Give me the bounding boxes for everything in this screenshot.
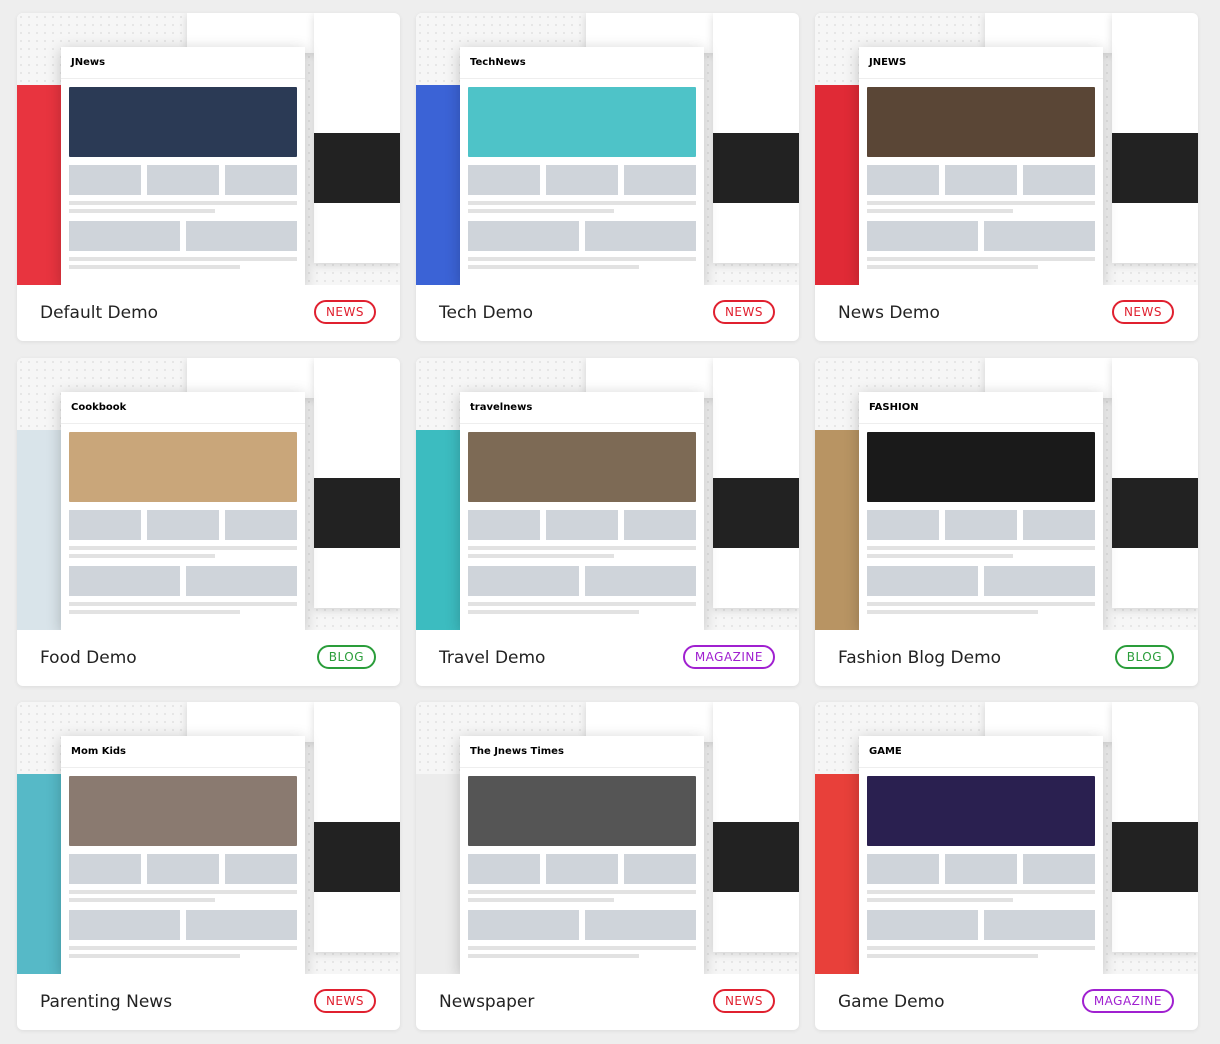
demo-card[interactable]: GAME Game Demo MAGAZINE (815, 702, 1198, 1030)
preview-page: Cookbook (61, 392, 305, 630)
demo-thumbnail[interactable]: GAME (815, 702, 1198, 974)
demo-card[interactable]: Cookbook Food Demo BLOG (17, 358, 400, 686)
preview-logo: TechNews (460, 47, 704, 79)
preview-logo: travelnews (460, 392, 704, 424)
back-page (314, 358, 400, 608)
demo-card[interactable]: Mom Kids Parenting News NEWS (17, 702, 400, 1030)
accent-strip (416, 85, 462, 285)
preview-page: Mom Kids (61, 736, 305, 974)
back-page (713, 702, 799, 952)
back-page (1112, 13, 1198, 263)
category-badge: MAGAZINE (1081, 989, 1174, 1013)
preview-page: JNEWS (859, 47, 1103, 285)
back-page (1112, 702, 1198, 952)
preview-hero (468, 432, 696, 502)
demo-card[interactable]: The Jnews Times Newspaper NEWS (416, 702, 799, 1030)
demo-thumbnail[interactable]: FASHION (815, 358, 1198, 630)
category-badge: BLOG (316, 645, 376, 669)
preview-logo: GAME (859, 736, 1103, 768)
accent-strip (815, 85, 861, 285)
category-badge: MAGAZINE (682, 645, 775, 669)
demo-card[interactable]: JNEWS News Demo NEWS (815, 13, 1198, 341)
preview-logo: Cookbook (61, 392, 305, 424)
demo-title: Newspaper (439, 992, 535, 1012)
category-badge: BLOG (1114, 645, 1174, 669)
preview-hero (867, 776, 1095, 846)
demo-title: Parenting News (40, 992, 173, 1012)
category-badge: NEWS (313, 989, 376, 1013)
demo-card[interactable]: JNews Default Demo NEWS (17, 13, 400, 341)
preview-page: TechNews (460, 47, 704, 285)
accent-strip (416, 430, 462, 630)
accent-strip (17, 774, 63, 974)
preview-hero (867, 432, 1095, 502)
category-badge: NEWS (712, 300, 775, 324)
preview-hero (69, 776, 297, 846)
demo-card[interactable]: FASHION Fashion Blog Demo BLOG (815, 358, 1198, 686)
category-badge: NEWS (712, 989, 775, 1013)
preview-page: travelnews (460, 392, 704, 630)
demo-thumbnail[interactable]: travelnews (416, 358, 799, 630)
preview-logo: JNEWS (859, 47, 1103, 79)
demo-thumbnail[interactable]: Cookbook (17, 358, 400, 630)
demo-thumbnail[interactable]: Mom Kids (17, 702, 400, 974)
preview-logo: The Jnews Times (460, 736, 704, 768)
demo-card[interactable]: travelnews Travel Demo MAGAZINE (416, 358, 799, 686)
demo-title: News Demo (838, 303, 940, 323)
back-page (314, 702, 400, 952)
demo-thumbnail[interactable]: TechNews (416, 13, 799, 285)
preview-logo: JNews (61, 47, 305, 79)
demo-card[interactable]: TechNews Tech Demo NEWS (416, 13, 799, 341)
back-page (314, 13, 400, 263)
preview-logo: FASHION (859, 392, 1103, 424)
demo-thumbnail[interactable]: JNews (17, 13, 400, 285)
preview-logo: Mom Kids (61, 736, 305, 768)
demo-thumbnail[interactable]: The Jnews Times (416, 702, 799, 974)
demo-title: Default Demo (40, 303, 159, 323)
category-badge: NEWS (313, 300, 376, 324)
demo-title: Fashion Blog Demo (838, 648, 1002, 668)
demo-title: Food Demo (40, 648, 137, 668)
preview-hero (69, 87, 297, 157)
preview-page: FASHION (859, 392, 1103, 630)
preview-hero (468, 87, 696, 157)
accent-strip (416, 774, 462, 974)
preview-hero (468, 776, 696, 846)
preview-hero (69, 432, 297, 502)
preview-page: GAME (859, 736, 1103, 974)
demo-thumbnail[interactable]: JNEWS (815, 13, 1198, 285)
demo-title: Travel Demo (439, 648, 546, 668)
accent-strip (17, 85, 63, 285)
demo-title: Tech Demo (439, 303, 533, 323)
category-badge: NEWS (1111, 300, 1174, 324)
preview-page: JNews (61, 47, 305, 285)
preview-page: The Jnews Times (460, 736, 704, 974)
accent-strip (815, 774, 861, 974)
preview-hero (867, 87, 1095, 157)
demo-title: Game Demo (838, 992, 945, 1012)
back-page (713, 358, 799, 608)
back-page (713, 13, 799, 263)
accent-strip (17, 430, 63, 630)
accent-strip (815, 430, 861, 630)
back-page (1112, 358, 1198, 608)
